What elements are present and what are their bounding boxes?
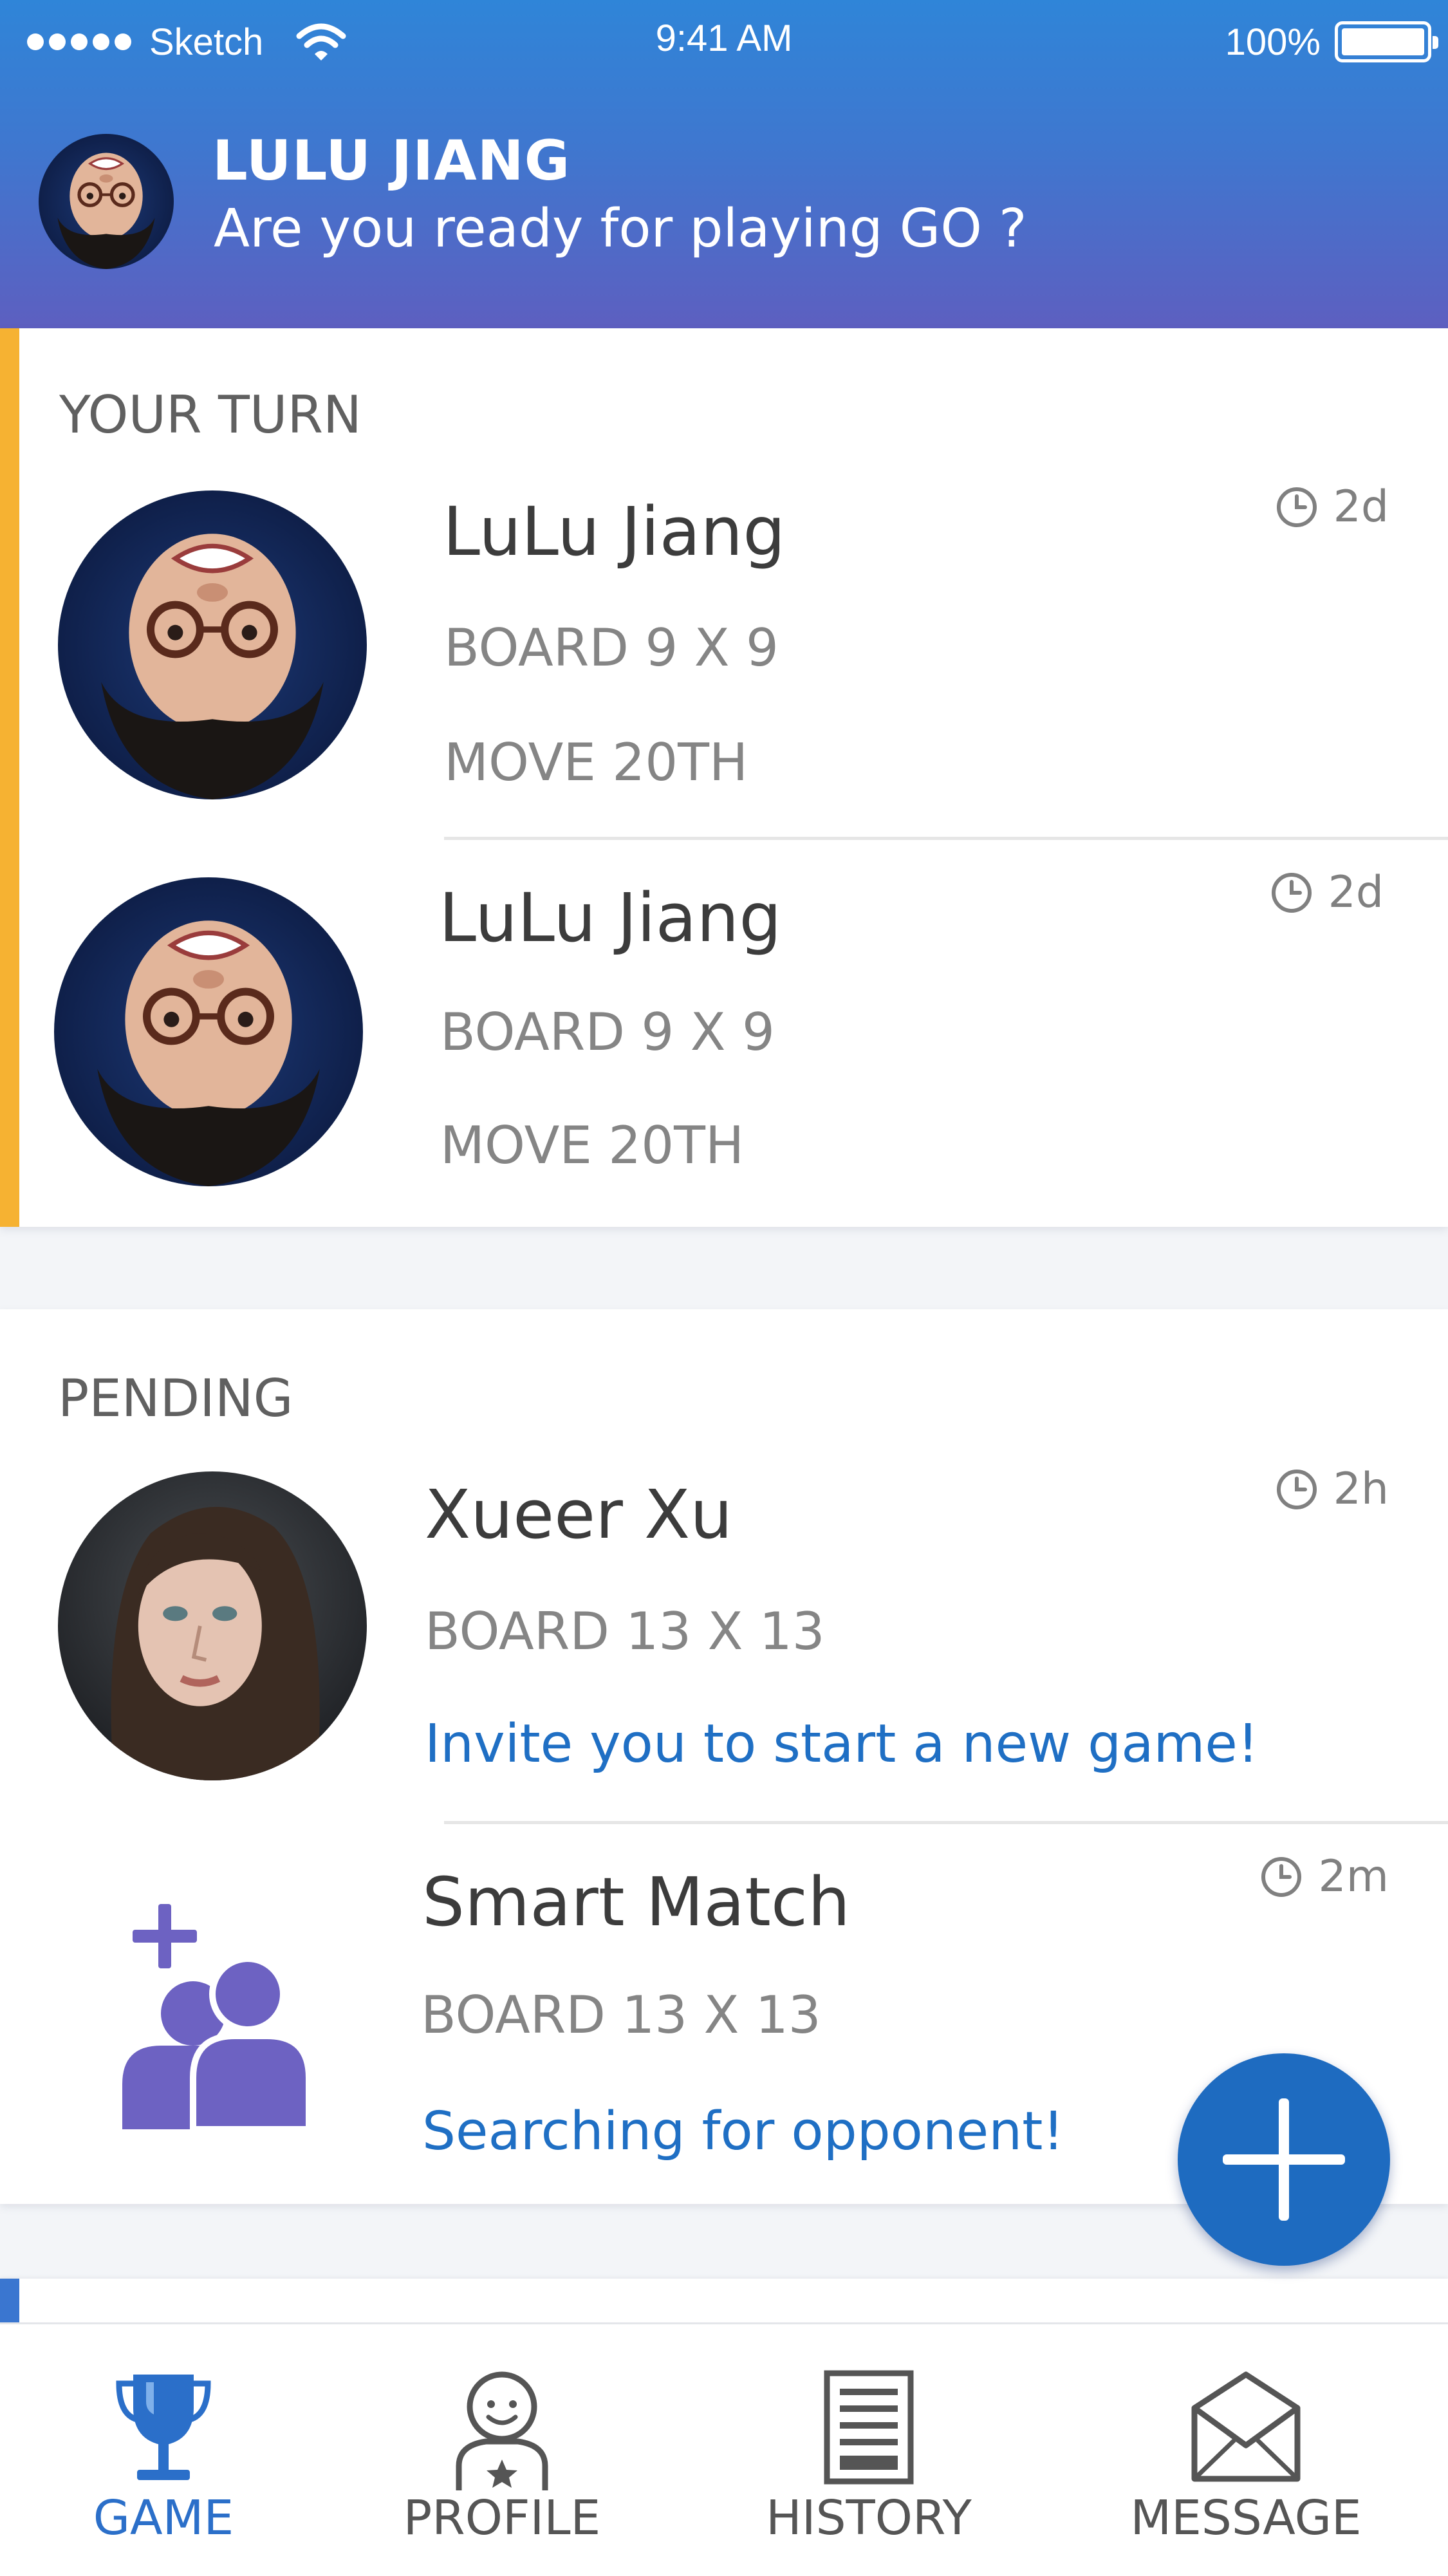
tab-label: GAME <box>93 2490 234 2546</box>
search-status: Searching for opponent! <box>422 2101 1064 2162</box>
tab-history[interactable]: HISTORY <box>740 2324 998 2576</box>
user-avatar[interactable] <box>39 134 174 269</box>
opponent-name: LuLu Jiang <box>439 879 782 957</box>
tab-message[interactable]: MESSAGE <box>1117 2324 1375 2576</box>
clock-icon <box>1261 1856 1302 1897</box>
clock-icon <box>1276 1469 1317 1509</box>
board-size: BOARD 13 X 13 <box>421 1985 821 2045</box>
battery-percent: 100% <box>1225 21 1321 63</box>
clock-icon <box>1276 487 1317 527</box>
battery-icon <box>1335 21 1438 62</box>
your-turn-card: YOUR TURN LuLu Jiang BOARD 9 X 9 MOVE 20… <box>0 328 1448 1227</box>
profile-icon <box>456 2371 548 2490</box>
tab-label: PROFILE <box>403 2490 601 2546</box>
time-ago: 2h <box>1333 1464 1389 1515</box>
tab-label: HISTORY <box>766 2490 972 2546</box>
next-card-accent-bar <box>0 2279 19 2322</box>
next-card-partial <box>0 2279 1448 2322</box>
time-ago: 2d <box>1328 867 1384 918</box>
opponent-name: LuLu Jiang <box>443 492 786 571</box>
elapsed-time: 2d <box>1270 867 1384 918</box>
move-number: MOVE 20TH <box>444 733 748 792</box>
time-ago: 2d <box>1333 481 1389 532</box>
user-name: LULU JIANG <box>212 129 571 193</box>
board-size: BOARD 9 X 9 <box>440 1002 775 1062</box>
move-number: MOVE 20TH <box>440 1115 745 1175</box>
invite-status: Invite you to start a new game! <box>425 1713 1259 1775</box>
tab-game[interactable]: GAME <box>35 2324 292 2576</box>
tab-label: MESSAGE <box>1130 2490 1362 2546</box>
add-people-icon <box>122 1904 309 2129</box>
elapsed-time: 2h <box>1276 1464 1389 1515</box>
clock-icon <box>1271 872 1312 913</box>
game-row[interactable]: LuLu Jiang BOARD 9 X 9 MOVE 20TH 2d <box>0 840 1448 1226</box>
user-tagline: Are you ready for playing GO ? <box>214 198 1027 259</box>
game-row[interactable]: LuLu Jiang BOARD 9 X 9 MOVE 20TH 2d <box>0 328 1448 837</box>
history-icon <box>824 2370 914 2485</box>
board-size: BOARD 9 X 9 <box>444 618 779 678</box>
opponent-avatar <box>58 490 367 799</box>
trophy-icon <box>116 2375 211 2480</box>
opponent-name: Smart Match <box>422 1863 850 1941</box>
elapsed-time: 2m <box>1260 1851 1389 1902</box>
elapsed-time: 2d <box>1276 481 1389 532</box>
message-icon <box>1191 2371 1301 2482</box>
status-bar: Sketch 9:41 AM 100% <box>0 0 1448 84</box>
bottom-tab-bar: GAME PROFILE HISTORY MESSAGE <box>0 2322 1448 2576</box>
opponent-name: Xueer Xu <box>425 1475 733 1554</box>
tab-profile[interactable]: PROFILE <box>373 2324 631 2576</box>
opponent-avatar <box>58 1471 367 1780</box>
new-game-fab[interactable] <box>1178 2053 1390 2266</box>
time-ago: 2m <box>1318 1851 1389 1902</box>
board-size: BOARD 13 X 13 <box>425 1601 825 1661</box>
plus-icon <box>1223 2098 1345 2221</box>
game-row[interactable]: Xueer Xu BOARD 13 X 13 Invite you to sta… <box>0 1309 1448 1821</box>
battery-info: 100% <box>1225 19 1438 64</box>
opponent-avatar <box>54 877 363 1186</box>
app-header: Sketch 9:41 AM 100% LULU JIANG Are you r… <box>0 0 1448 328</box>
